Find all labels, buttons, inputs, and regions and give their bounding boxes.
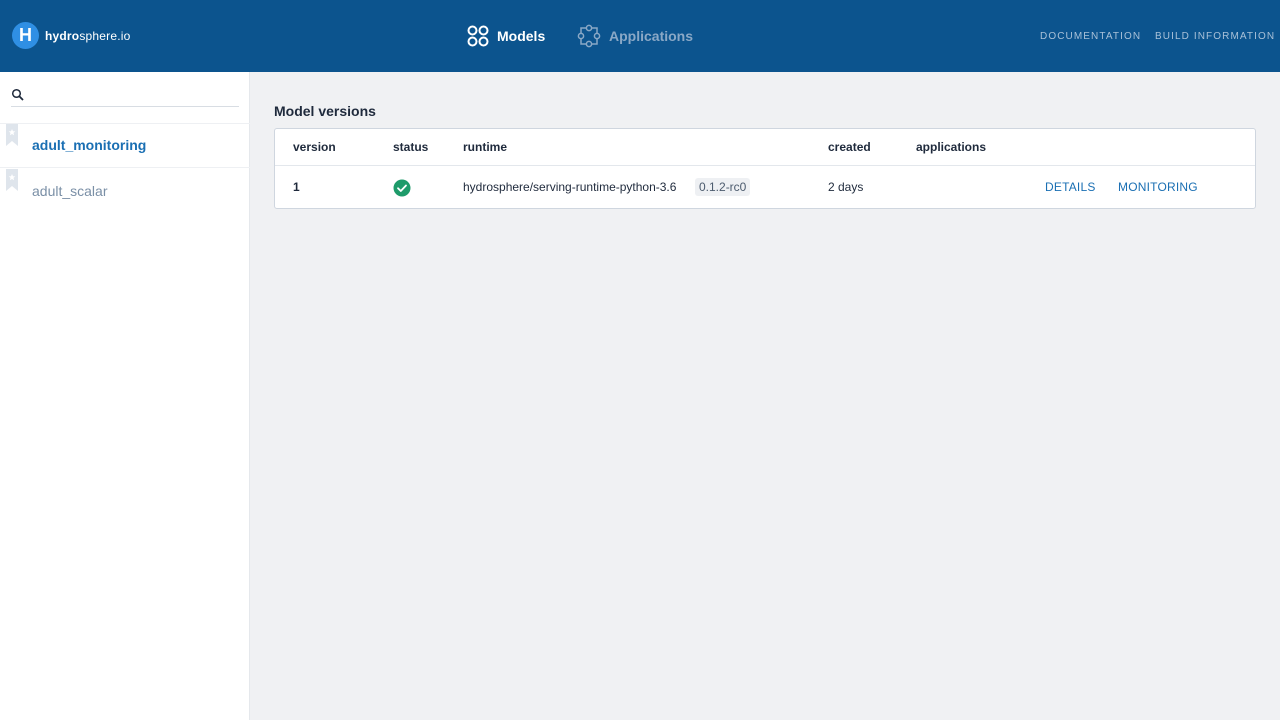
model-name: adult_monitoring bbox=[32, 137, 147, 153]
bookmark-icon bbox=[6, 169, 18, 191]
success-check-icon bbox=[393, 179, 411, 197]
divider bbox=[0, 167, 250, 168]
column-header-created: created bbox=[828, 140, 871, 154]
logo[interactable]: H hydrosphere.io bbox=[12, 22, 131, 49]
column-header-runtime: runtime bbox=[463, 140, 508, 154]
applications-icon bbox=[577, 24, 601, 48]
column-header-applications: applications bbox=[916, 140, 987, 154]
table-header: version status runtime created applicati… bbox=[275, 129, 1255, 166]
build-information-link[interactable]: BUILD INFORMATION bbox=[1155, 31, 1275, 42]
logo-badge: H bbox=[12, 22, 39, 49]
page-title: Model versions bbox=[274, 103, 376, 119]
version-cell: 1 bbox=[293, 180, 300, 194]
search-box bbox=[11, 83, 239, 107]
model-name: adult_scalar bbox=[32, 183, 108, 199]
models-icon bbox=[467, 25, 489, 47]
column-header-version: version bbox=[293, 140, 336, 154]
column-header-status: status bbox=[393, 140, 429, 154]
documentation-link[interactable]: DOCUMENTATION bbox=[1040, 31, 1141, 42]
logo-text: hydrosphere.io bbox=[45, 28, 131, 43]
runtime-cell: hydrosphere/serving-runtime-python-3.6 bbox=[463, 180, 677, 194]
runtime-tag: 0.1.2-rc0 bbox=[695, 178, 751, 196]
search-icon bbox=[11, 88, 24, 101]
nav-applications-label: Applications bbox=[609, 28, 694, 44]
nav-models[interactable]: Models bbox=[467, 23, 545, 49]
model-item-adult-monitoring[interactable]: adult_monitoring bbox=[0, 124, 250, 168]
search-input[interactable] bbox=[31, 87, 231, 102]
top-bar: H hydrosphere.io Models Applications DOC… bbox=[0, 0, 1280, 72]
monitoring-button[interactable]: MONITORING bbox=[1118, 180, 1198, 194]
details-button[interactable]: DETAILS bbox=[1045, 180, 1096, 194]
nav-models-label: Models bbox=[497, 28, 546, 44]
nav-applications[interactable]: Applications bbox=[577, 23, 693, 49]
created-cell: 2 days bbox=[828, 180, 864, 194]
versions-table: version status runtime created applicati… bbox=[274, 128, 1256, 209]
sidebar: adult_monitoring adult_scalar bbox=[0, 72, 250, 720]
bookmark-icon bbox=[6, 124, 18, 146]
model-item-adult-scalar[interactable]: adult_scalar bbox=[0, 169, 250, 213]
